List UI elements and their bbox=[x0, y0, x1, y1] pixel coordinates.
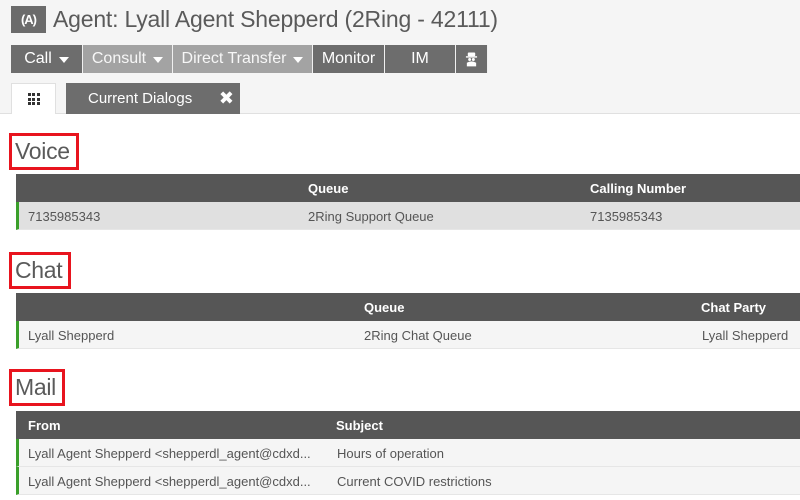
cell-name: Lyall Shepperd bbox=[28, 328, 115, 343]
consult-label: Consult bbox=[91, 50, 147, 67]
cell-subject: Hours of operation bbox=[337, 446, 444, 461]
table-row[interactable]: 7135985343 2Ring Support Queue 713598534… bbox=[16, 202, 800, 230]
mail-section-title: Mail bbox=[9, 369, 65, 406]
tab-grid[interactable] bbox=[11, 83, 56, 114]
cell-number: 7135985343 bbox=[28, 209, 101, 224]
table-row[interactable]: Lyall Agent Shepperd <shepperdl_agent@cd… bbox=[16, 467, 800, 495]
column-header-chat-party[interactable]: Chat Party bbox=[701, 300, 766, 315]
antenna-agent-icon: (A) bbox=[11, 6, 46, 33]
cell-from: Lyall Agent Shepperd <shepperdl_agent@cd… bbox=[28, 446, 311, 461]
column-header-from[interactable]: From bbox=[28, 418, 61, 433]
mail-table: From Subject Lyall Agent Shepperd <shepp… bbox=[16, 411, 800, 495]
cell-queue: 2Ring Chat Queue bbox=[364, 328, 472, 343]
column-header-queue[interactable]: Queue bbox=[364, 300, 404, 315]
chat-section-title: Chat bbox=[9, 252, 72, 289]
cell-from: Lyall Agent Shepperd <shepperdl_agent@cd… bbox=[28, 474, 311, 489]
direct-transfer-button[interactable]: Direct Transfer bbox=[173, 45, 313, 73]
table-row[interactable]: Lyall Shepperd 2Ring Chat Queue Lyall Sh… bbox=[16, 321, 800, 349]
direct-transfer-label: Direct Transfer bbox=[181, 50, 287, 67]
chevron-down-icon bbox=[58, 57, 69, 63]
grid-icon bbox=[27, 93, 40, 105]
chat-table-header: Queue Chat Party bbox=[16, 293, 800, 321]
call-label: Call bbox=[24, 50, 52, 67]
tab-strip: Current Dialogs ✖ bbox=[11, 83, 240, 114]
tab-current-dialogs-label: Current Dialogs bbox=[88, 90, 193, 107]
cell-queue: 2Ring Support Queue bbox=[308, 209, 434, 224]
im-label: IM bbox=[411, 50, 429, 67]
column-header-queue[interactable]: Queue bbox=[308, 181, 348, 196]
chevron-down-icon bbox=[153, 57, 164, 63]
tab-current-dialogs[interactable]: Current Dialogs ✖ bbox=[66, 83, 240, 114]
monitor-label: Monitor bbox=[321, 50, 376, 67]
table-row[interactable]: Lyall Agent Shepperd <shepperdl_agent@cd… bbox=[16, 439, 800, 467]
agent-header-panel: (A) Agent: Lyall Agent Shepperd (2Ring -… bbox=[0, 0, 800, 114]
column-header-subject[interactable]: Subject bbox=[336, 418, 383, 433]
cell-chat-party: Lyall Shepperd bbox=[702, 328, 789, 343]
im-button[interactable]: IM bbox=[385, 45, 456, 73]
close-icon[interactable]: ✖ bbox=[219, 89, 234, 107]
voice-table: Queue Calling Number 7135985343 2Ring Su… bbox=[16, 174, 800, 230]
call-toolbar: Call Consult Direct Transfer Monitor IM bbox=[11, 45, 488, 73]
chevron-down-icon bbox=[293, 57, 304, 63]
column-header-calling-number[interactable]: Calling Number bbox=[590, 181, 686, 196]
agent-title-row: (A) Agent: Lyall Agent Shepperd (2Ring -… bbox=[11, 6, 498, 33]
call-button[interactable]: Call bbox=[11, 45, 83, 73]
voice-table-header: Queue Calling Number bbox=[16, 174, 800, 202]
mail-table-header: From Subject bbox=[16, 411, 800, 439]
monitor-button[interactable]: Monitor bbox=[313, 45, 385, 73]
cell-calling-number: 7135985343 bbox=[590, 209, 663, 224]
agent-title: Agent: Lyall Agent Shepperd (2Ring - 421… bbox=[53, 6, 498, 32]
chat-table: Queue Chat Party Lyall Shepperd 2Ring Ch… bbox=[16, 293, 800, 349]
cell-subject: Current COVID restrictions bbox=[337, 474, 492, 489]
consult-button[interactable]: Consult bbox=[83, 45, 173, 73]
agent-incognito-button[interactable] bbox=[456, 45, 488, 73]
agent-incognito-icon bbox=[465, 52, 478, 67]
voice-section-title: Voice bbox=[9, 133, 79, 170]
